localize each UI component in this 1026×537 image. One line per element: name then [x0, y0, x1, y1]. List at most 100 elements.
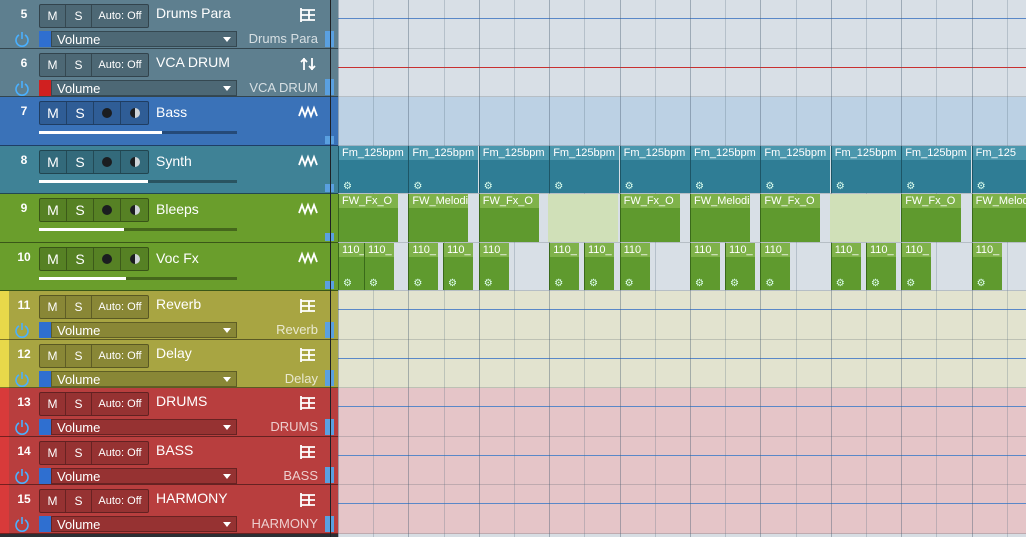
audio-clip[interactable]: 110_ ⚙ — [971, 242, 1002, 290]
mute-button[interactable]: M — [40, 441, 66, 464]
solo-button[interactable]: S — [67, 102, 94, 124]
track-name[interactable]: BASS — [156, 441, 193, 459]
automation-mode-button[interactable]: Auto: Off — [92, 296, 148, 318]
mute-button[interactable]: M — [40, 393, 66, 415]
audio-clip[interactable]: FW_Melodi — [690, 194, 750, 242]
arrange-lane[interactable] — [338, 0, 1026, 49]
audio-clip[interactable]: Fm_125 ⚙ — [971, 145, 1026, 193]
arrange-lane[interactable] — [338, 485, 1026, 534]
solo-button[interactable]: S — [66, 441, 92, 464]
track-name[interactable]: Delay — [156, 344, 192, 362]
audio-clip[interactable]: FW_Fx_O — [338, 194, 398, 242]
arrange-lane[interactable] — [338, 436, 1026, 485]
mute-button[interactable]: M — [40, 490, 66, 512]
solo-button[interactable]: S — [67, 150, 94, 173]
audio-clip[interactable]: 110_ ⚙ — [443, 242, 473, 290]
arrange-view[interactable]: Fm_125bpm ⚙ Fm_125bpm ⚙ Fm_125bpm ⚙ Fm_125bpm ⚙… — [338, 0, 1026, 537]
automation-mode-button[interactable]: Auto: Off — [92, 490, 148, 512]
audio-clip[interactable]: 110_ ⚙ — [901, 242, 932, 290]
track-header-7[interactable]: 7 M S Bass — [0, 97, 338, 146]
arrange-lane[interactable] — [338, 388, 1026, 437]
audio-clip[interactable]: FW_Melodi — [408, 194, 469, 242]
automation-parameter-select[interactable]: Volume — [51, 31, 237, 47]
audio-clip[interactable]: 110_ ⚙ — [549, 242, 580, 290]
audio-clip[interactable]: 110_ ⚙ — [364, 242, 394, 290]
audio-clip[interactable]: Fm_125bpm ⚙ — [830, 145, 901, 193]
audio-clip[interactable]: Fm_125bpm ⚙ — [408, 145, 479, 193]
track-name[interactable]: Voc Fx — [156, 249, 199, 267]
track-header-5[interactable]: 5 M S Auto: Off Drums Para Volume Drums Para — [0, 0, 338, 49]
solo-button[interactable]: S — [66, 296, 92, 318]
audio-clip[interactable]: Fm_125bpm ⚙ — [901, 145, 972, 193]
track-header-12[interactable]: 12 M S Auto: Off Delay Volume Delay — [0, 339, 338, 388]
mute-button[interactable]: M — [40, 53, 66, 76]
power-icon[interactable] — [13, 80, 31, 96]
monitor-button[interactable] — [121, 248, 148, 270]
audio-clip[interactable]: 110_ ⚙ — [690, 242, 720, 290]
audio-clip[interactable]: 110_ ⚙ — [619, 242, 650, 290]
mute-button[interactable]: M — [40, 199, 67, 221]
monitor-button[interactable] — [121, 102, 148, 124]
track-header-6[interactable]: 6 M S Auto: Off VCA DRUM Volume VCA DRUM — [0, 48, 338, 97]
audio-clip[interactable]: Fm_125bpm ⚙ — [760, 145, 831, 193]
power-icon[interactable] — [13, 322, 31, 338]
mute-button[interactable]: M — [40, 296, 66, 318]
volume-fader[interactable] — [39, 131, 237, 134]
track-header-10[interactable]: 10 M S Voc Fx — [0, 242, 338, 291]
track-name[interactable]: Bleeps — [156, 200, 199, 218]
record-arm-button[interactable] — [94, 150, 121, 173]
audio-clip[interactable]: 110_ ⚙ — [478, 242, 509, 290]
track-name[interactable]: Drums Para — [156, 4, 231, 22]
track-header-8[interactable]: 8 M S Synth — [0, 145, 338, 194]
automation-parameter-select[interactable]: Volume — [51, 419, 237, 435]
solo-button[interactable]: S — [66, 344, 92, 367]
track-name[interactable]: DRUMS — [156, 392, 207, 410]
audio-clip[interactable]: FW_Fx_O — [619, 194, 680, 242]
solo-button[interactable]: S — [67, 199, 94, 221]
automation-parameter-select[interactable]: Volume — [51, 322, 237, 338]
power-icon[interactable] — [13, 468, 31, 484]
audio-clip[interactable]: 110_ ⚙ — [584, 242, 614, 290]
audio-clip[interactable]: 110_ ⚙ — [760, 242, 791, 290]
audio-clip[interactable]: Fm_125bpm ⚙ — [619, 145, 690, 193]
track-name[interactable]: Reverb — [156, 295, 201, 313]
automation-mode-button[interactable]: Auto: Off — [92, 5, 148, 27]
audio-clip[interactable]: 110_ ⚙ — [830, 242, 861, 290]
arrange-lane[interactable] — [338, 48, 1026, 97]
arrange-lane[interactable] — [338, 339, 1026, 388]
automation-mode-button[interactable]: Auto: Off — [92, 442, 148, 464]
audio-clip[interactable]: FW_Fx_O — [901, 194, 962, 242]
power-icon[interactable] — [13, 419, 31, 435]
audio-clip[interactable]: FW_Melodi — [971, 194, 1026, 242]
audio-clip[interactable]: FW_Fx_O — [478, 194, 539, 242]
mute-button[interactable]: M — [40, 5, 66, 27]
audio-clip[interactable]: 110_ ⚙ — [725, 242, 755, 290]
automation-mode-button[interactable]: Auto: Off — [92, 345, 148, 367]
track-header-11[interactable]: 11 M S Auto: Off Reverb Volume Reverb — [0, 291, 338, 340]
record-arm-button[interactable] — [94, 102, 121, 124]
audio-clip[interactable]: Fm_125bpm ⚙ — [478, 145, 549, 193]
audio-clip[interactable]: Fm_125bpm ⚙ — [690, 145, 760, 193]
power-icon[interactable] — [13, 371, 31, 387]
track-name[interactable]: VCA DRUM — [156, 53, 230, 71]
monitor-button[interactable] — [121, 199, 148, 221]
track-header-9[interactable]: 9 M S Bleeps — [0, 194, 338, 243]
audio-clip[interactable]: FW_Fx_O — [760, 194, 821, 242]
automation-parameter-select[interactable]: Volume — [51, 516, 237, 532]
automation-mode-button[interactable]: Auto: Off — [92, 54, 148, 76]
power-icon[interactable] — [13, 31, 31, 47]
solo-button[interactable]: S — [66, 393, 92, 415]
automation-parameter-select[interactable]: Volume — [51, 370, 237, 387]
mute-button[interactable]: M — [40, 247, 67, 270]
track-name[interactable]: Bass — [156, 103, 187, 121]
monitor-button[interactable] — [121, 151, 148, 173]
volume-fader[interactable] — [39, 179, 237, 183]
mute-button[interactable]: M — [40, 102, 67, 124]
arrange-lane[interactable] — [338, 97, 1026, 146]
solo-button[interactable]: S — [66, 490, 92, 512]
automation-mode-button[interactable]: Auto: Off — [92, 393, 148, 415]
audio-clip[interactable]: Fm_125bpm ⚙ — [549, 145, 620, 193]
solo-button[interactable]: S — [66, 53, 92, 76]
track-name[interactable]: HARMONY — [156, 489, 228, 507]
audio-clip[interactable]: Fm_125bpm ⚙ — [338, 145, 408, 193]
